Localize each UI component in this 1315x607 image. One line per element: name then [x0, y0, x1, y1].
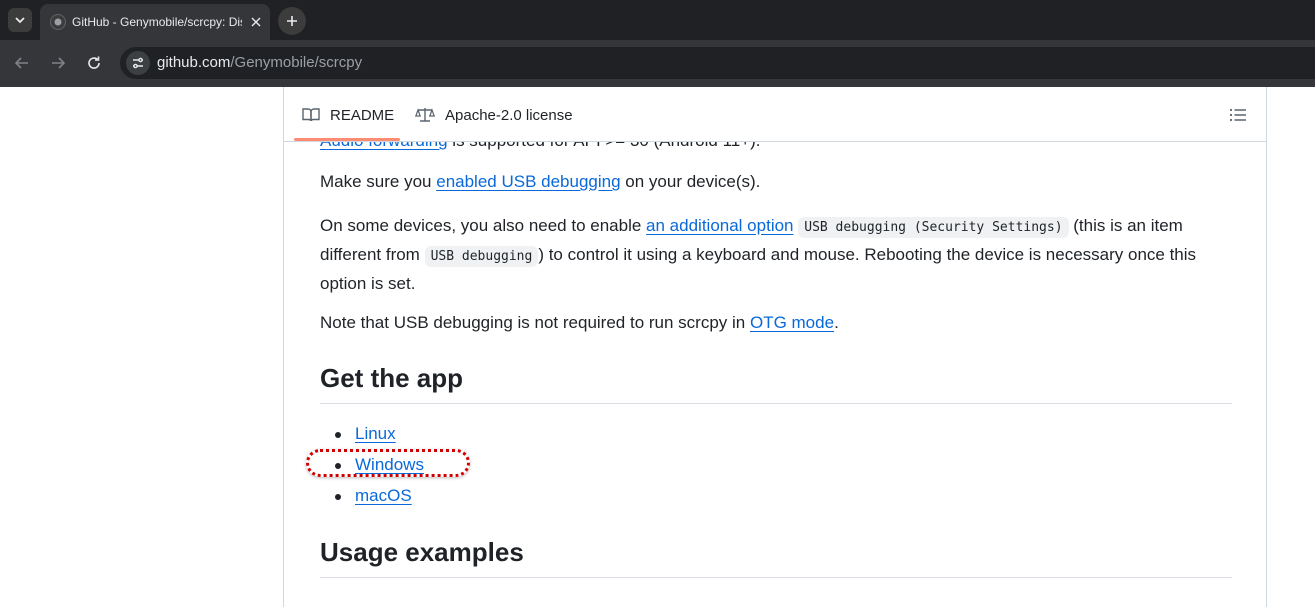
list-item-macos: macOS: [320, 482, 1232, 513]
tab-close-icon[interactable]: [246, 12, 266, 32]
tab-readme[interactable]: README: [302, 104, 394, 126]
reload-button[interactable]: [82, 51, 106, 75]
code-usb-debugging-security: USB debugging (Security Settings): [798, 217, 1069, 238]
chevron-down-icon: [15, 17, 25, 24]
browser-toolbar: github.com/Genymobile/scrcpy: [0, 40, 1315, 87]
plus-icon: [287, 16, 297, 26]
list-item-linux: Linux: [320, 420, 1232, 451]
list-icon: [1229, 108, 1246, 122]
app-download-list: Linux Windows macOS: [306, 420, 1232, 513]
tab-search-button[interactable]: [8, 8, 32, 32]
reload-icon: [88, 56, 100, 69]
address-bar[interactable]: github.com/Genymobile/scrcpy: [120, 47, 1315, 79]
url-text: github.com/Genymobile/scrcpy: [157, 54, 362, 72]
otg-paragraph: Note that USB debugging is not required …: [320, 313, 839, 332]
additional-option-link[interactable]: an additional option: [646, 216, 793, 235]
github-favicon-icon: [50, 14, 66, 30]
book-icon: [302, 108, 320, 122]
table-of-contents-button[interactable]: [1226, 104, 1250, 126]
code-usb-debugging: USB debugging: [424, 246, 539, 267]
readme-header: README Apache-2.0 license: [284, 87, 1266, 142]
browser-tab-bar: GitHub - Genymobile/scrcpy: Display and …: [0, 0, 1315, 40]
site-info-button[interactable]: [126, 51, 150, 75]
linux-link[interactable]: Linux: [355, 424, 396, 443]
url-host: github.com: [157, 54, 231, 71]
tab-license-label: Apache-2.0 license: [445, 106, 573, 124]
heading-usage-examples: Usage examples: [320, 535, 1232, 578]
tab-readme-label: README: [330, 106, 395, 124]
list-item-windows: Windows: [306, 449, 1232, 482]
tune-icon: [133, 57, 143, 69]
new-tab-button[interactable]: [278, 7, 306, 35]
url-path: /Genymobile/scrcpy: [230, 54, 363, 71]
heading-get-the-app: Get the app: [320, 361, 1232, 404]
forward-button[interactable]: [46, 51, 70, 75]
scale-icon: [415, 108, 435, 122]
readme-box: Audio forwarding is supported for API >=…: [283, 87, 1267, 607]
enabled-usb-debugging-link[interactable]: enabled USB debugging: [436, 172, 620, 191]
macos-link[interactable]: macOS: [355, 486, 412, 505]
additional-option-paragraph: On some devices, you also need to enable…: [320, 216, 1197, 293]
page-viewport: Audio forwarding is supported for API >=…: [0, 87, 1315, 607]
active-tab-indicator: [294, 138, 400, 141]
back-button[interactable]: [10, 51, 34, 75]
arrow-left-icon: [14, 57, 28, 69]
tab-license[interactable]: Apache-2.0 license: [415, 104, 573, 126]
usb-debugging-paragraph: Make sure you enabled USB debugging on y…: [320, 172, 761, 191]
arrow-right-icon: [52, 57, 66, 69]
browser-tab-active[interactable]: GitHub - Genymobile/scrcpy: Display and …: [40, 4, 270, 40]
otg-mode-link[interactable]: OTG mode: [750, 313, 834, 332]
windows-link[interactable]: Windows: [355, 455, 424, 474]
tab-title: GitHub - Genymobile/scrcpy: Display and …: [72, 15, 242, 29]
